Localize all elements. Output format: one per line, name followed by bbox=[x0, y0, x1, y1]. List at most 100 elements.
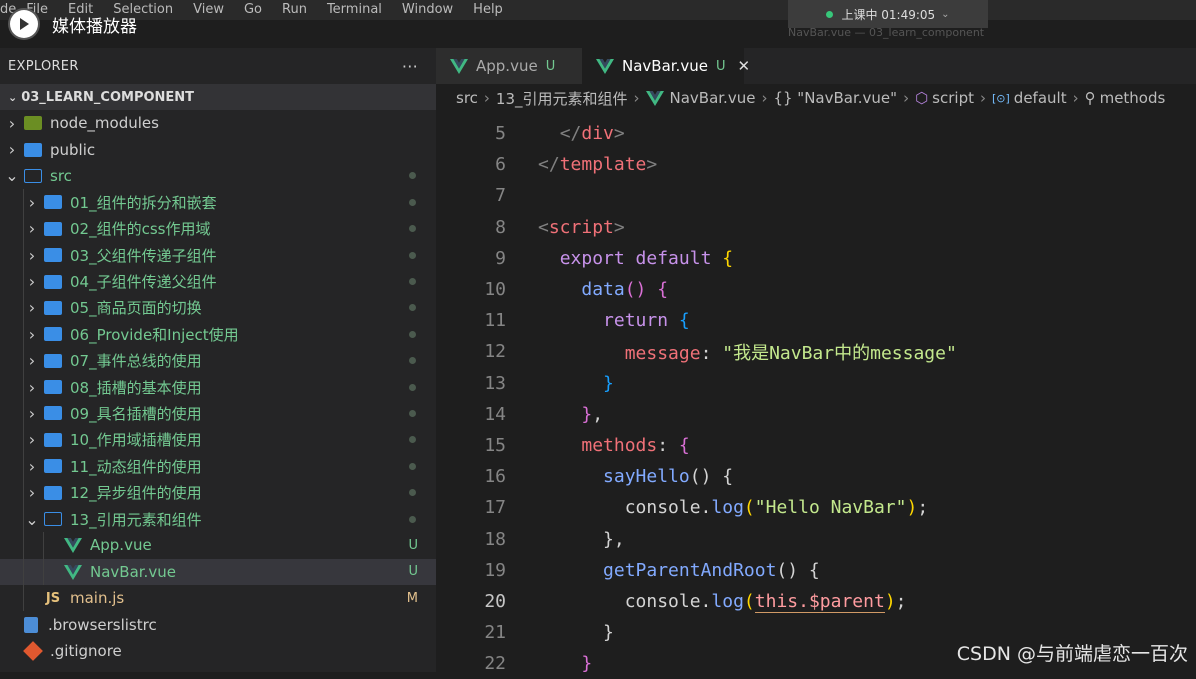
folder-icon bbox=[44, 485, 62, 500]
editor-area: App.vue U NavBar.vue U ✕ src › 13_引用元素和组件 › NavB… bbox=[436, 48, 1196, 674]
tab-status-badge: U bbox=[545, 58, 556, 74]
editor-tabs: App.vue U NavBar.vue U ✕ bbox=[436, 48, 1196, 84]
tree-folder[interactable]: › 12_异步组件的使用 bbox=[0, 479, 436, 506]
breadcrumb-separator-icon: › bbox=[979, 89, 986, 107]
breadcrumb-item[interactable]: src bbox=[456, 89, 478, 107]
code-token: > bbox=[613, 216, 625, 238]
code-line: 14 }, bbox=[436, 399, 1196, 430]
live-status-badge[interactable]: 上课中 01:49:05 ⌄ bbox=[788, 0, 988, 28]
tree-folder[interactable]: › 05_商品页面的切换 bbox=[0, 294, 436, 322]
line-number: 9 bbox=[495, 247, 506, 269]
tree-folder[interactable]: › 06_Provide和Inject使用 bbox=[0, 321, 436, 348]
modified-dot-icon bbox=[409, 198, 416, 206]
modified-dot-icon bbox=[409, 330, 416, 338]
play-icon[interactable] bbox=[10, 10, 38, 38]
indent-guide bbox=[23, 479, 24, 506]
tree-folder[interactable]: ⌄ src bbox=[0, 163, 436, 189]
tree-folder[interactable]: › 02_组件的css作用域 bbox=[0, 215, 436, 242]
menu-item-go[interactable]: Go bbox=[244, 2, 262, 17]
tree-folder[interactable]: › 01_组件的拆分和嵌套 bbox=[0, 189, 436, 216]
menu-item-window[interactable]: Window bbox=[402, 2, 453, 17]
line-number: 22 bbox=[484, 653, 506, 675]
workspace-root-folder[interactable]: ⌄ 03_LEARN_COMPONENT bbox=[0, 84, 436, 110]
menu-item-help[interactable]: Help bbox=[473, 2, 503, 17]
code-line: 7 bbox=[436, 180, 1196, 211]
tree-item-label: 06_Provide和Inject使用 bbox=[70, 325, 239, 344]
code-token: () { bbox=[776, 559, 820, 581]
tree-item-label: 10_作用域插槽使用 bbox=[70, 431, 202, 450]
explorer-header: EXPLORER ··· bbox=[0, 48, 436, 84]
menu-item-run[interactable]: Run bbox=[282, 2, 307, 17]
variable-icon: [⊙] bbox=[991, 91, 1010, 105]
code-token: this.$parent bbox=[754, 590, 885, 613]
breadcrumb-item[interactable]: methods bbox=[1100, 89, 1166, 107]
tree-folder[interactable]: › 08_插槽的基本使用 bbox=[0, 373, 436, 401]
chevron-down-icon: ⌄ bbox=[25, 509, 39, 529]
code-token: methods bbox=[581, 434, 658, 456]
breadcrumb-item[interactable]: 13_引用元素和组件 bbox=[496, 88, 628, 109]
tree-file[interactable]: App.vue U bbox=[0, 532, 436, 559]
tree-folder[interactable]: › 03_父组件传递子组件 bbox=[0, 241, 436, 269]
indent-guide bbox=[23, 189, 24, 216]
tree-folder[interactable]: › 10_作用域插槽使用 bbox=[0, 426, 436, 454]
code-token: console. bbox=[624, 497, 712, 519]
tree-folder[interactable]: ⌄ 13_引用元素和组件 bbox=[0, 505, 436, 533]
tree-item-label: 04_子组件传递父组件 bbox=[70, 273, 217, 292]
code-token: sayHello bbox=[603, 466, 690, 488]
code-line: 8 <script> bbox=[436, 212, 1196, 243]
tree-folder[interactable]: › node_modules bbox=[0, 110, 436, 136]
tree-file[interactable]: NavBar.vue U bbox=[0, 558, 436, 586]
tree-item-label: 03_父组件传递子组件 bbox=[70, 246, 217, 265]
tree-file[interactable]: JS main.js M bbox=[0, 585, 436, 612]
line-number: 14 bbox=[484, 403, 506, 425]
breadcrumb-item[interactable]: default bbox=[1014, 89, 1067, 107]
tree-file[interactable]: .gitignore bbox=[0, 638, 436, 664]
code-line: 17 console.log("Hello NavBar"); bbox=[436, 492, 1196, 523]
modified-dot-icon bbox=[409, 172, 416, 180]
tree-folder[interactable]: › 11_动态组件的使用 bbox=[0, 453, 436, 480]
line-number: 8 bbox=[495, 216, 506, 238]
live-status-text: 上课中 01:49:05 bbox=[841, 7, 936, 22]
indent-guide bbox=[23, 532, 24, 559]
menu-item-terminal[interactable]: Terminal bbox=[327, 2, 382, 17]
tab-navbar-vue[interactable]: NavBar.vue U ✕ bbox=[582, 48, 750, 84]
menu-item-view[interactable]: View bbox=[193, 2, 224, 17]
code-token: log bbox=[711, 497, 744, 519]
tree-file[interactable]: .browserslistrc bbox=[0, 611, 436, 637]
tree-folder[interactable]: › public bbox=[0, 136, 436, 162]
line-number: 5 bbox=[495, 123, 506, 145]
tree-item-label: main.js bbox=[70, 589, 125, 608]
code-text: } bbox=[538, 622, 614, 643]
tree-folder[interactable]: › 07_事件总线的使用 bbox=[0, 347, 436, 374]
breadcrumb-item[interactable]: NavBar.vue bbox=[670, 89, 756, 107]
line-number: 17 bbox=[484, 497, 506, 519]
folder-icon bbox=[44, 300, 62, 315]
breadcrumb-item[interactable]: script bbox=[932, 89, 974, 107]
breadcrumb-item[interactable]: {} "NavBar.vue" bbox=[773, 89, 897, 107]
tree-item-label: NavBar.vue bbox=[90, 562, 176, 581]
modified-dot-icon bbox=[409, 436, 416, 444]
wrench-icon: ⚲ bbox=[1084, 89, 1096, 107]
code-text: <script> bbox=[538, 217, 625, 238]
tree-folder[interactable]: › 09_具名插槽的使用 bbox=[0, 400, 436, 427]
tree-folder[interactable]: › 04_子组件传递父组件 bbox=[0, 268, 436, 295]
line-number: 20 bbox=[484, 590, 506, 612]
breadcrumb: src › 13_引用元素和组件 › NavBar.vue › {} "NavBar.vue… bbox=[436, 84, 1196, 112]
vue-file-icon bbox=[645, 90, 664, 106]
tab-label: NavBar.vue bbox=[622, 57, 708, 75]
code-token: </ bbox=[559, 123, 582, 145]
close-icon[interactable]: ✕ bbox=[737, 57, 750, 75]
indent-guide bbox=[23, 400, 24, 427]
folder-icon bbox=[44, 327, 62, 342]
code-editor[interactable]: 5 </div> 6 </template> 7 8 <script> 9 export d… bbox=[436, 118, 1196, 679]
line-number: 10 bbox=[484, 279, 506, 301]
tab-label: App.vue bbox=[476, 57, 538, 75]
tab-app-vue[interactable]: App.vue U bbox=[436, 48, 582, 84]
line-number: 13 bbox=[484, 372, 506, 394]
code-text: }, bbox=[538, 404, 603, 425]
more-actions-icon[interactable]: ··· bbox=[402, 57, 418, 76]
chevron-right-icon: › bbox=[28, 456, 36, 476]
